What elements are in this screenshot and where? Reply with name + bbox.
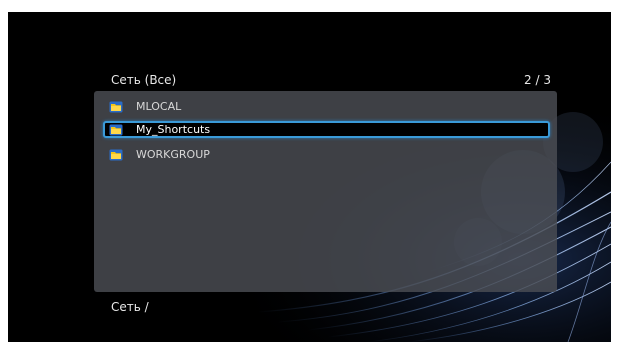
page-title: Сеть (Все)	[111, 73, 177, 87]
list-item-mlocal[interactable]: MLOCAL	[103, 98, 550, 115]
current-path: Сеть /	[111, 300, 149, 314]
network-folder-icon	[109, 149, 123, 160]
list-item-label: MLOCAL	[136, 100, 182, 113]
media-player-screen: Сеть (Все) 2 / 3 MLOCAL My_Shortcuts WOR…	[8, 12, 611, 342]
list-item-label: WORKGROUP	[136, 148, 210, 161]
network-folder-icon	[109, 101, 123, 112]
list-item-workgroup[interactable]: WORKGROUP	[103, 146, 550, 163]
file-list-panel: MLOCAL My_Shortcuts WORKGROUP	[94, 91, 557, 292]
page-indicator: 2 / 3	[524, 73, 551, 87]
network-folder-icon	[109, 124, 123, 135]
list-item-label: My_Shortcuts	[136, 123, 211, 136]
list-item-my-shortcuts[interactable]: My_Shortcuts	[103, 121, 550, 138]
